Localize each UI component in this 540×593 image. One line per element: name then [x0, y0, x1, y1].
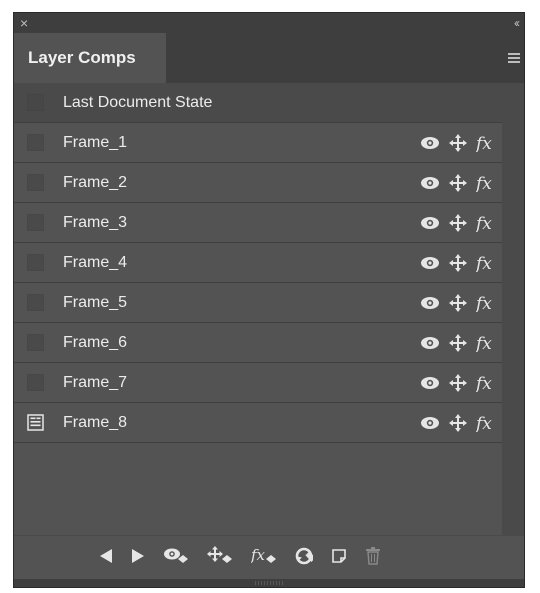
layer-comp-name: Frame_4 — [63, 254, 128, 271]
svg-text:fx: fx — [476, 374, 492, 392]
layer-style-fx-icon[interactable]: fx — [476, 294, 496, 312]
layer-style-fx-icon[interactable]: fx — [476, 214, 496, 232]
position-move-icon[interactable] — [449, 414, 467, 432]
layer-comp-name: Frame_5 — [63, 294, 128, 311]
layer-comp-row[interactable]: Frame_4 fx — [14, 243, 502, 283]
position-move-icon[interactable] — [449, 294, 467, 312]
layer-comp-row[interactable]: Frame_5 fx — [14, 283, 502, 323]
layer-comp-name: Last Document State — [63, 94, 213, 111]
list-empty-area — [14, 443, 502, 535]
position-move-icon[interactable] — [449, 134, 467, 152]
layer-comp-row[interactable]: Frame_6 fx — [14, 323, 502, 363]
svg-text:fx: fx — [476, 294, 492, 312]
update-comp-icon[interactable] — [295, 547, 313, 565]
panel-menu-icon[interactable] — [508, 53, 520, 65]
visibility-eye-icon[interactable] — [420, 176, 440, 190]
comp-state-icons: fx — [420, 283, 496, 323]
layer-style-fx-icon[interactable]: fx — [476, 334, 496, 352]
layer-comp-name: Frame_3 — [63, 214, 128, 231]
comp-state-icons: fx — [420, 363, 496, 403]
comp-state-icons: fx — [420, 163, 496, 203]
layer-comp-row[interactable]: Frame_7 fx — [14, 363, 502, 403]
collapse-panel-icon[interactable]: ‹‹ — [514, 14, 520, 32]
position-move-icon[interactable] — [449, 214, 467, 232]
tab-layer-comps[interactable]: Layer Comps — [14, 33, 166, 83]
svg-text:fx: fx — [476, 214, 492, 232]
layer-comps-panel: × ‹‹ Layer Comps Last Document State Fram… — [13, 12, 525, 588]
svg-text:fx: fx — [251, 546, 266, 564]
layer-comp-row[interactable]: Frame_3 fx — [14, 203, 502, 243]
layer-comps-list: Last Document State Frame_1 fx Frame_2 fx Fra… — [14, 83, 502, 443]
position-move-icon[interactable] — [449, 374, 467, 392]
svg-text:fx: fx — [476, 414, 492, 432]
position-move-icon[interactable] — [449, 174, 467, 192]
layer-comp-row[interactable]: Frame_2 fx — [14, 163, 502, 203]
layer-style-fx-icon[interactable]: fx — [476, 254, 496, 272]
apply-comp-toggle[interactable] — [27, 254, 44, 271]
layer-comp-row[interactable]: Last Document State — [14, 83, 502, 123]
layer-comp-row[interactable]: Frame_8 fx — [14, 403, 502, 443]
visibility-eye-icon[interactable] — [420, 416, 440, 430]
svg-text:fx: fx — [476, 174, 492, 192]
resize-grip[interactable] — [14, 579, 524, 587]
layer-style-fx-icon[interactable]: fx — [476, 174, 496, 192]
visibility-eye-icon[interactable] — [420, 376, 440, 390]
comp-state-icons: fx — [420, 203, 496, 243]
layer-comp-name: Frame_6 — [63, 334, 128, 351]
layer-style-fx-icon[interactable]: fx — [476, 414, 496, 432]
apply-comp-toggle[interactable] — [27, 214, 44, 231]
panel-tab-bar: Layer Comps — [14, 33, 524, 83]
svg-text:fx: fx — [476, 254, 492, 272]
apply-comp-toggle[interactable] — [27, 294, 44, 311]
layer-comp-name: Frame_7 — [63, 374, 128, 391]
position-move-icon[interactable] — [449, 334, 467, 352]
apply-comp-toggle[interactable] — [27, 94, 44, 111]
comp-state-icons: fx — [420, 123, 496, 163]
layer-comp-row[interactable]: Frame_1 fx — [14, 123, 502, 163]
position-move-icon[interactable] — [449, 254, 467, 272]
apply-position-icon[interactable] — [207, 546, 233, 566]
comp-state-icons: fx — [420, 243, 496, 283]
layer-comp-name: Frame_8 — [63, 414, 128, 431]
svg-text:fx: fx — [476, 134, 492, 152]
apply-comp-toggle[interactable] — [27, 174, 44, 191]
apply-appearance-icon[interactable]: fx — [251, 546, 277, 566]
apply-visibility-icon[interactable] — [163, 547, 189, 565]
visibility-eye-icon[interactable] — [420, 136, 440, 150]
layer-comp-name: Frame_1 — [63, 134, 128, 151]
active-comp-icon[interactable] — [27, 414, 44, 431]
panel-title-bar: × ‹‹ — [14, 13, 524, 33]
apply-comp-toggle[interactable] — [27, 334, 44, 351]
visibility-eye-icon[interactable] — [420, 216, 440, 230]
svg-text:fx: fx — [476, 334, 492, 352]
new-comp-icon[interactable] — [331, 548, 347, 564]
comp-state-icons: fx — [420, 323, 496, 363]
visibility-eye-icon[interactable] — [420, 336, 440, 350]
layer-style-fx-icon[interactable]: fx — [476, 134, 496, 152]
close-icon[interactable]: × — [20, 14, 28, 32]
visibility-eye-icon[interactable] — [420, 296, 440, 310]
panel-toolbar: fx — [14, 535, 524, 580]
next-comp-icon[interactable] — [131, 548, 145, 564]
previous-comp-icon[interactable] — [99, 548, 113, 564]
layer-comp-name: Frame_2 — [63, 174, 128, 191]
layer-style-fx-icon[interactable]: fx — [476, 374, 496, 392]
apply-comp-toggle[interactable] — [27, 134, 44, 151]
comp-state-icons: fx — [420, 403, 496, 443]
apply-comp-toggle[interactable] — [27, 374, 44, 391]
scrollbar[interactable] — [502, 83, 524, 535]
delete-comp-icon[interactable] — [365, 547, 381, 565]
visibility-eye-icon[interactable] — [420, 256, 440, 270]
